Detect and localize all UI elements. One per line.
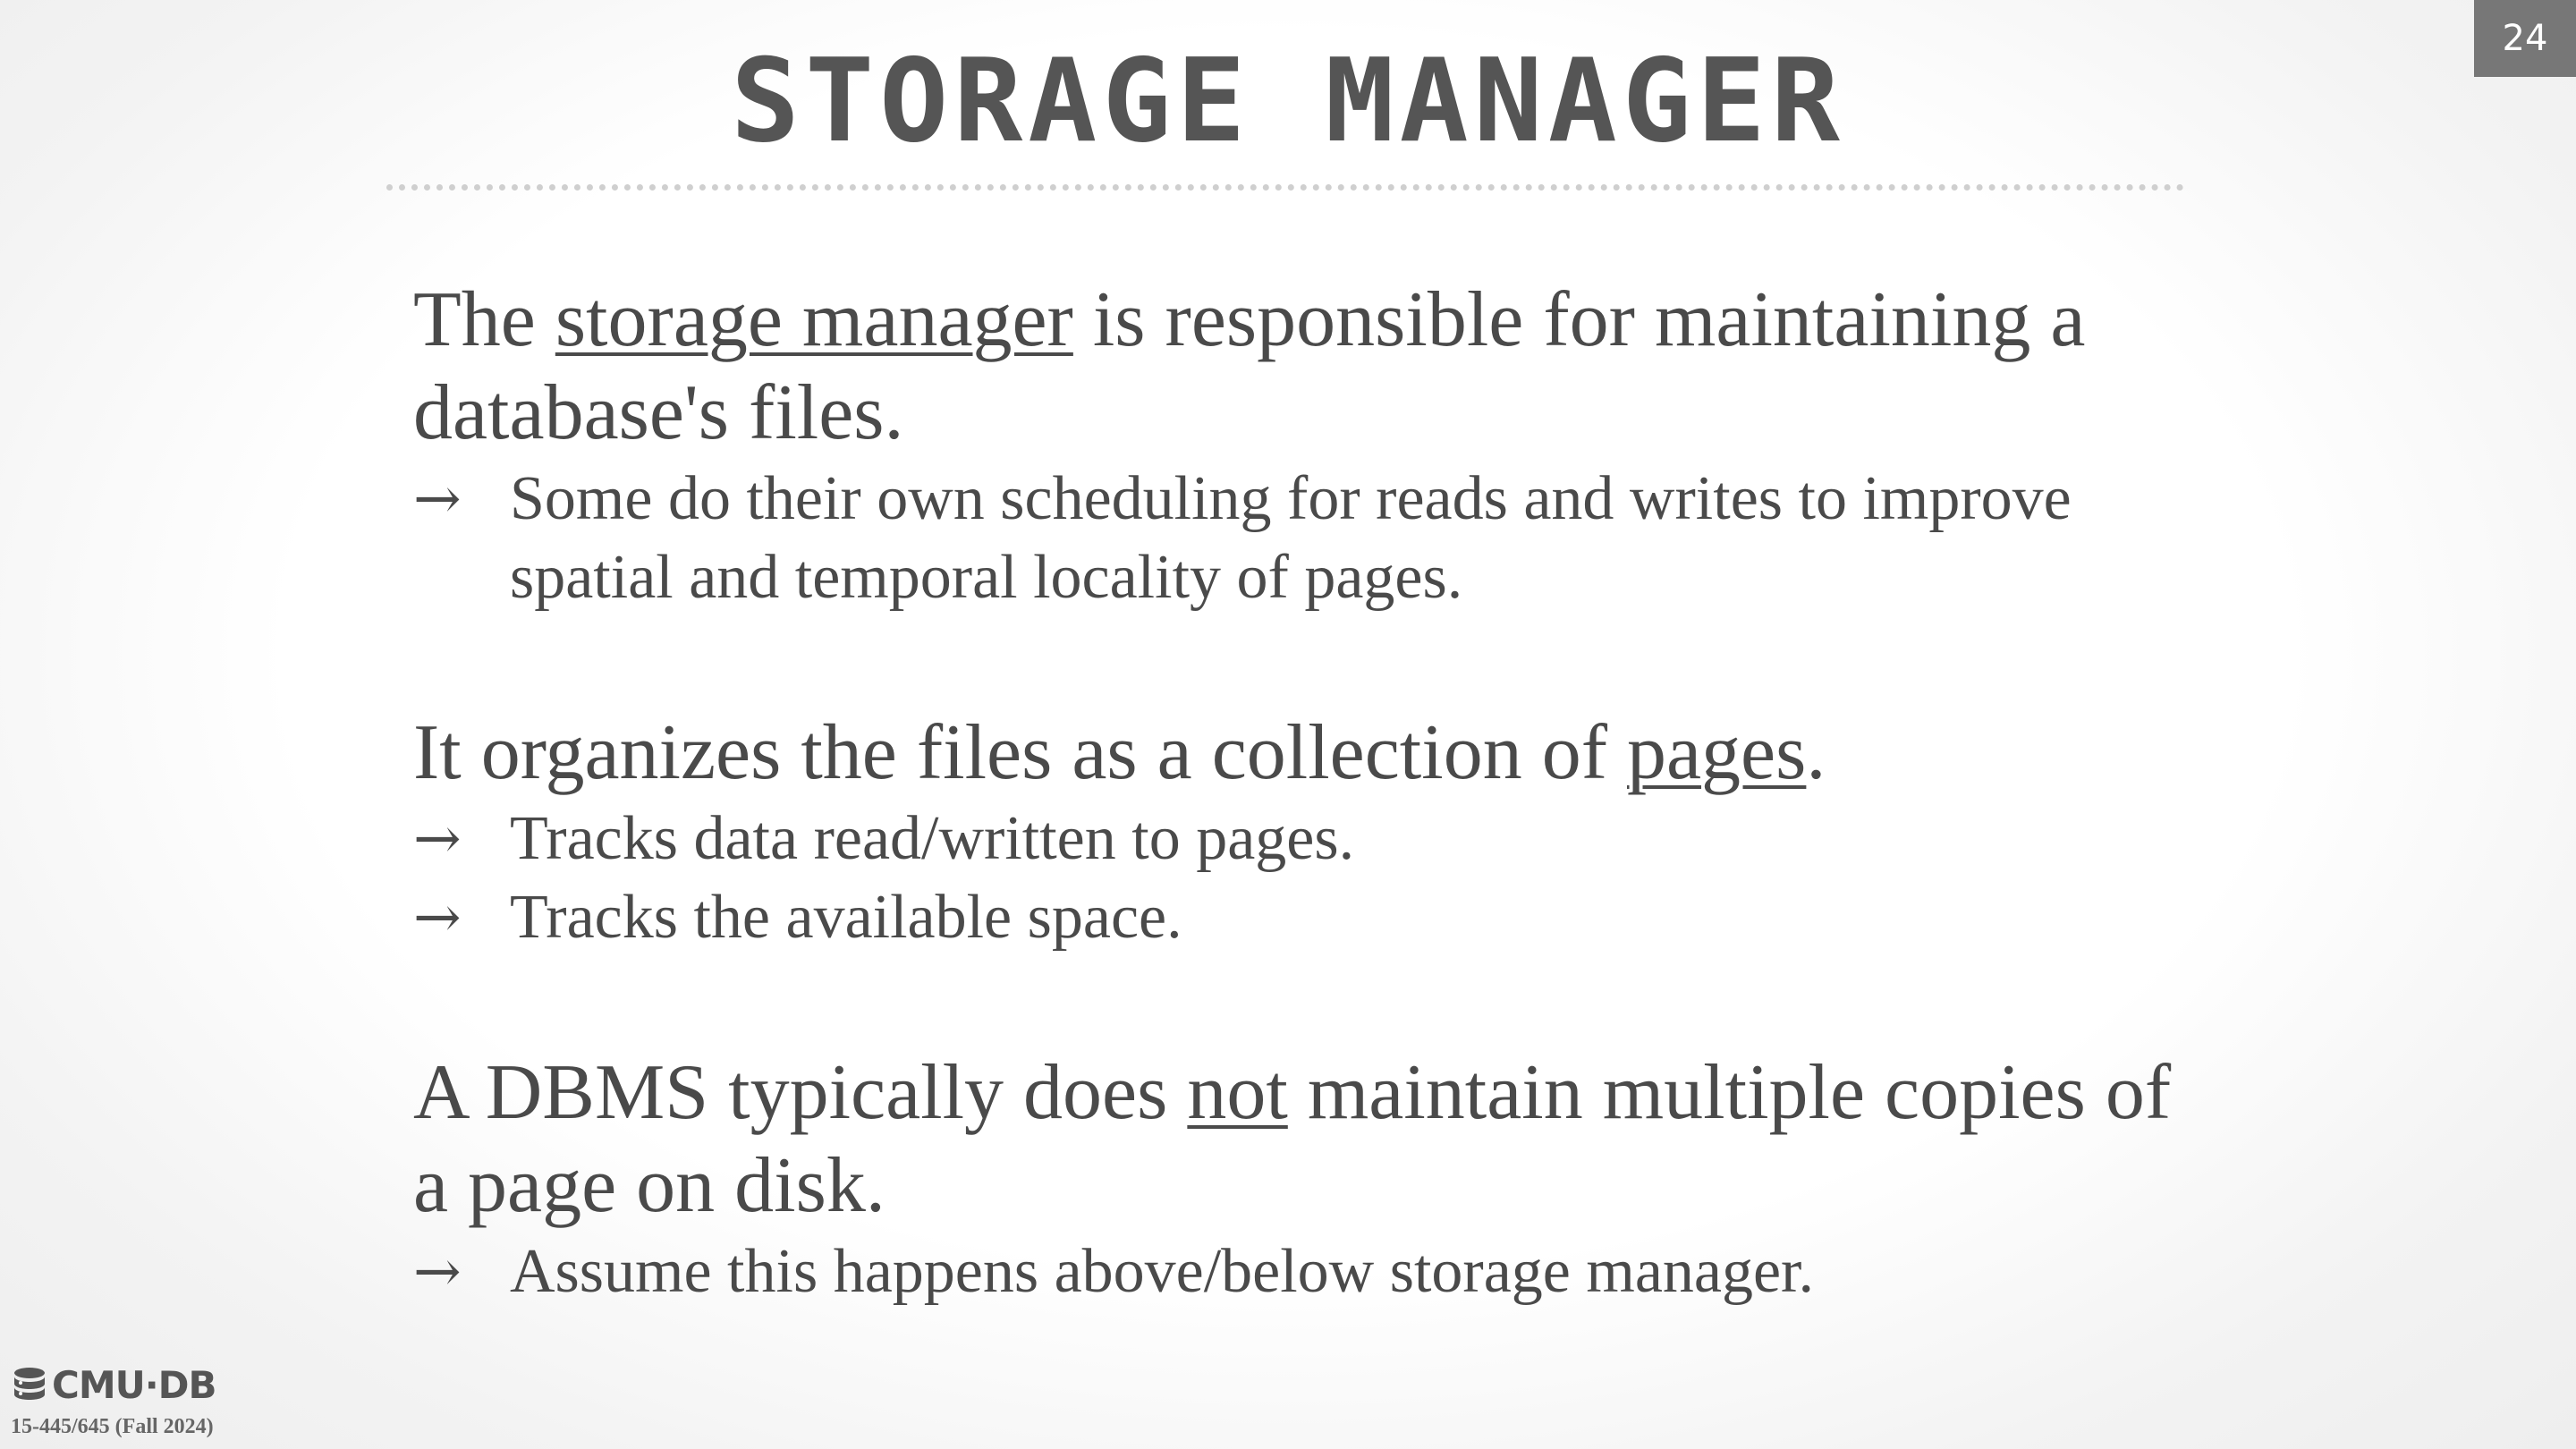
bullet-text: Tracks the available space. [510,883,1182,952]
paragraph-pages: It organizes the files as a collection o… [413,707,2202,800]
underlined-term: not [1187,1049,1288,1136]
bullet-item: → Tracks data read/written to pages. [413,800,2202,878]
arrow-icon: → [413,1239,462,1305]
paragraph-text: The [413,276,555,363]
arrow-icon: → [413,885,462,951]
bullet-text: Assume this happens above/below storage … [510,1237,1814,1306]
title-divider [386,184,2184,191]
underlined-term: storage manager [555,276,1073,363]
arrow-icon: → [413,466,462,532]
bullet-text: Some do their own scheduling for reads a… [510,464,2072,612]
paragraph-storage-manager: The storage manager is responsible for m… [413,274,2202,460]
bullet-item: → Assume this happens above/below storage… [413,1233,2202,1311]
paragraph-text: It organizes the files as a collection o… [413,709,1627,796]
paragraph-copies: A DBMS typically does not maintain multi… [413,1046,2202,1233]
bullet-text: Tracks data read/written to pages. [510,804,1355,873]
course-label: 15-445/645 (Fall 2024) [11,1415,214,1438]
bullet-item: → Some do their own scheduling for reads … [413,460,2202,617]
bullet-item: → Tracks the available space. [413,878,2202,957]
paragraph-text: A DBMS typically does [413,1049,1188,1136]
slide-title: STORAGE MANAGER [731,35,1845,168]
paragraph-text: . [1806,709,1826,796]
bullet-list: → Some do their own scheduling for reads … [413,460,2202,617]
slide-content: The storage manager is responsible for m… [413,274,2202,1311]
bullet-list: → Assume this happens above/below storage… [413,1233,2202,1311]
database-stack-icon [14,1367,45,1400]
logo-text: CMU·DB [52,1363,217,1407]
arrow-icon: → [413,806,462,872]
underlined-term: pages [1627,709,1807,796]
cmu-db-logo: CMU·DB [11,1363,217,1407]
bullet-list: → Tracks data read/written to pages. → Tra… [413,800,2202,957]
